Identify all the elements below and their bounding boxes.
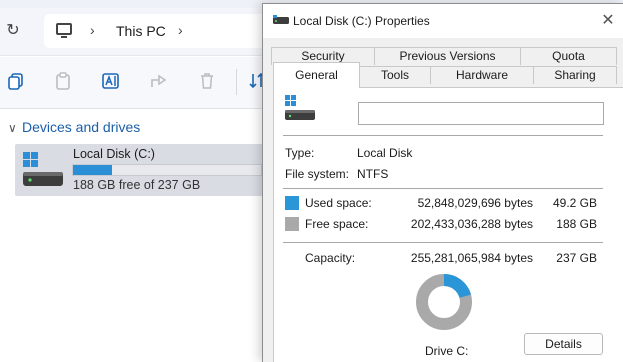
this-pc-icon bbox=[56, 23, 72, 38]
divider bbox=[283, 135, 603, 136]
paste-icon[interactable] bbox=[53, 71, 73, 91]
share-icon[interactable] bbox=[149, 71, 169, 91]
free-space-bytes: 202,433,036,288 bytes bbox=[410, 217, 533, 231]
free-space-swatch bbox=[285, 217, 299, 231]
refresh-icon[interactable]: ↻ bbox=[4, 22, 22, 40]
address-field[interactable]: › This PC › bbox=[44, 14, 284, 48]
toolbar-divider bbox=[236, 69, 237, 95]
delete-icon[interactable] bbox=[197, 71, 217, 91]
drive-usage-fill bbox=[73, 165, 112, 175]
properties-dialog: Local Disk (C:) Properties ✕ Security Pr… bbox=[262, 3, 623, 362]
tab-general[interactable]: General bbox=[273, 62, 360, 88]
drive-free-space: 188 GB free of 237 GB bbox=[73, 178, 201, 192]
tab-quota[interactable]: Quota bbox=[520, 47, 617, 65]
tab-hardware[interactable]: Hardware bbox=[430, 66, 534, 84]
tab-tools[interactable]: Tools bbox=[359, 66, 431, 84]
divider bbox=[283, 188, 603, 189]
devices-and-drives-header[interactable]: ∨ Devices and drives bbox=[8, 119, 140, 135]
local-disk-icon bbox=[23, 152, 63, 186]
capacity-label: Capacity: bbox=[305, 251, 356, 265]
usage-donut-chart bbox=[416, 274, 472, 330]
drive-name-field[interactable] bbox=[358, 102, 604, 125]
dialog-title: Local Disk (C:) Properties bbox=[293, 14, 430, 28]
close-icon[interactable]: ✕ bbox=[599, 12, 617, 30]
breadcrumb-this-pc[interactable]: This PC bbox=[116, 23, 166, 39]
drive-usage-bar bbox=[72, 164, 262, 176]
chevron-right-icon[interactable]: › bbox=[178, 22, 183, 38]
used-space-label: Used space: bbox=[305, 196, 372, 210]
section-title: Devices and drives bbox=[22, 119, 141, 135]
dialog-titlebar[interactable]: Local Disk (C:) Properties ✕ bbox=[263, 4, 623, 38]
divider bbox=[283, 242, 603, 243]
type-label: Type: bbox=[285, 146, 315, 160]
rename-icon[interactable] bbox=[101, 71, 121, 91]
local-disk-icon bbox=[285, 95, 315, 120]
tab-previous-versions[interactable]: Previous Versions bbox=[374, 47, 521, 65]
capacity-size: 237 GB bbox=[556, 251, 597, 265]
free-space-size: 188 GB bbox=[556, 217, 597, 231]
chevron-right-icon[interactable]: › bbox=[90, 22, 95, 38]
file-system-label: File system: bbox=[285, 167, 350, 181]
drive-item-c[interactable]: Local Disk (C:) 188 GB free of 237 GB bbox=[15, 144, 265, 196]
details-button[interactable]: Details bbox=[524, 333, 603, 355]
used-space-bytes: 52,848,029,696 bytes bbox=[417, 196, 533, 210]
capacity-bytes: 255,281,065,984 bytes bbox=[410, 251, 533, 265]
used-space-swatch bbox=[285, 196, 299, 210]
tab-sharing[interactable]: Sharing bbox=[533, 66, 617, 84]
copy-icon[interactable] bbox=[6, 71, 26, 91]
drive-name: Local Disk (C:) bbox=[73, 147, 155, 161]
drive-caption: Drive C: bbox=[425, 344, 469, 358]
free-space-label: Free space: bbox=[305, 217, 369, 231]
type-value: Local Disk bbox=[357, 146, 413, 160]
drive-icon bbox=[273, 15, 289, 24]
chevron-down-icon[interactable]: ∨ bbox=[8, 121, 22, 135]
file-system-value: NTFS bbox=[357, 167, 389, 181]
used-space-size: 49.2 GB bbox=[552, 196, 597, 210]
